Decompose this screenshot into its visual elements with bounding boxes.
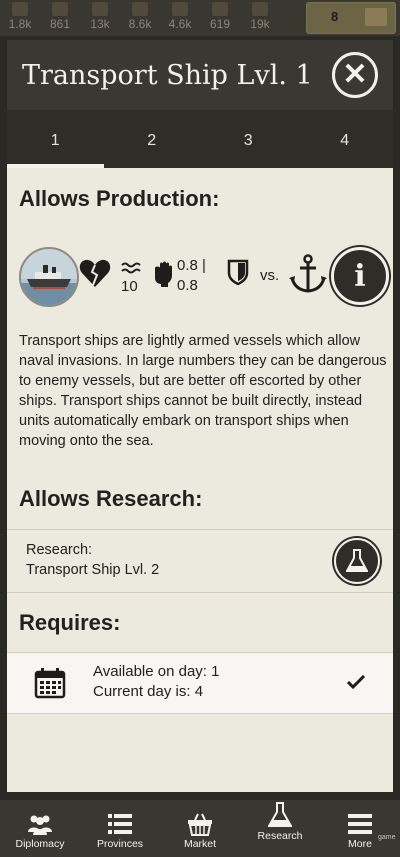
cash-icon — [252, 2, 268, 16]
attack-value-secondary: 0.8 — [177, 277, 198, 294]
requirement-row: Available on day: 1 Current day is: 4 — [7, 652, 393, 714]
resource-bar: 1.8k 861 13k 8.6k 4.6k 619 19k 8 — [0, 0, 400, 36]
iron-icon — [132, 2, 148, 16]
close-icon: ✕ — [342, 58, 368, 91]
nav-label: Research — [257, 830, 303, 842]
resource-value: 619 — [209, 17, 231, 31]
tab-level-2[interactable]: 2 — [104, 110, 201, 168]
tab-level-3[interactable]: 3 — [200, 110, 297, 168]
watermark: game — [378, 834, 396, 841]
nav-label: Diplomacy — [15, 838, 65, 850]
research-flask-icon — [268, 802, 292, 827]
divider — [7, 592, 393, 593]
production-heading: Allows Production: — [19, 186, 220, 211]
attack-fist-icon — [155, 261, 172, 287]
tab-level-1[interactable]: 1 — [7, 110, 104, 168]
speed-waves-icon — [121, 262, 141, 274]
transport-ship-image[interactable] — [19, 247, 79, 307]
nav-research[interactable]: Research — [240, 792, 320, 857]
resource-stone[interactable]: 13k — [80, 0, 120, 36]
resource-wood[interactable]: 1.8k — [0, 0, 40, 36]
close-button[interactable]: ✕ — [332, 52, 378, 98]
info-icon: i — [354, 258, 366, 294]
gold-counter[interactable]: 8 — [306, 2, 396, 34]
research-row[interactable]: Research: Transport Ship Lvl. 2 — [7, 530, 393, 592]
resource-value: 1.8k — [8, 17, 32, 31]
upgrade-dialog: Transport Ship Lvl. 1 ✕ 1 2 3 4 Allows P… — [7, 40, 393, 792]
nav-more[interactable]: More — [320, 800, 400, 857]
research-button[interactable] — [334, 538, 380, 584]
broken-heart-icon — [79, 259, 111, 287]
wood-icon — [12, 2, 28, 16]
gold-value: 8 — [331, 9, 339, 24]
level-tabs: 1 2 3 4 — [7, 110, 393, 168]
nav-provinces[interactable]: Provinces — [80, 800, 160, 857]
resource-value: 4.6k — [168, 17, 192, 31]
unit-description: Transport ships are lightly armed vessel… — [19, 333, 387, 449]
resource-oil[interactable]: 4.6k — [160, 0, 200, 36]
defense-shield-icon — [227, 259, 249, 285]
attack-value-primary: 0.8 | — [177, 257, 206, 274]
resource-rare[interactable]: 619 — [200, 0, 240, 36]
bottom-navbar: Diplomacy Provinces Market Research More — [0, 800, 400, 857]
stone-icon — [92, 2, 108, 16]
hamburger-menu-icon — [348, 814, 372, 834]
resource-value: 8.6k — [128, 17, 152, 31]
dialog-header: Transport Ship Lvl. 1 ✕ — [7, 40, 393, 110]
info-button[interactable]: i — [331, 247, 389, 305]
dialog-title: Transport Ship Lvl. 1 — [22, 60, 313, 91]
gold-chest-icon — [365, 8, 387, 26]
flask-icon — [346, 549, 368, 572]
tab-level-4[interactable]: 4 — [297, 110, 394, 168]
versus-label: vs. — [260, 267, 280, 284]
checkmark-icon — [347, 675, 365, 689]
anchor-icon — [289, 254, 327, 293]
available-day: Available on day: 1 — [93, 663, 220, 680]
provinces-list-icon — [108, 814, 132, 834]
requires-heading: Requires: — [19, 610, 121, 635]
research-heading: Allows Research: — [19, 486, 203, 511]
resource-value: 19k — [250, 17, 270, 31]
market-basket-icon — [188, 813, 212, 836]
current-day: Current day is: 4 — [93, 683, 204, 700]
calendar-icon — [34, 668, 66, 699]
nav-label: Provinces — [96, 838, 144, 850]
speed-value: 10 — [121, 278, 138, 295]
research-item: Transport Ship Lvl. 2 — [26, 562, 160, 578]
rare-material-icon — [212, 2, 228, 16]
nav-diplomacy[interactable]: Diplomacy — [0, 800, 80, 857]
resource-supplies[interactable]: 861 — [40, 0, 80, 36]
research-label: Research: — [26, 542, 93, 558]
resource-value: 13k — [90, 17, 110, 31]
oil-icon — [172, 2, 188, 16]
resource-value: 861 — [49, 17, 71, 31]
resource-cash[interactable]: 19k — [240, 0, 280, 36]
resource-iron[interactable]: 8.6k — [120, 0, 160, 36]
dialog-content: Allows Production: 10 0.8 | 0.8 vs. i Tr… — [7, 168, 393, 792]
nav-market[interactable]: Market — [160, 800, 240, 857]
nav-label: Market — [183, 838, 217, 850]
diplomacy-icon — [28, 815, 52, 835]
crate-icon — [52, 2, 68, 16]
